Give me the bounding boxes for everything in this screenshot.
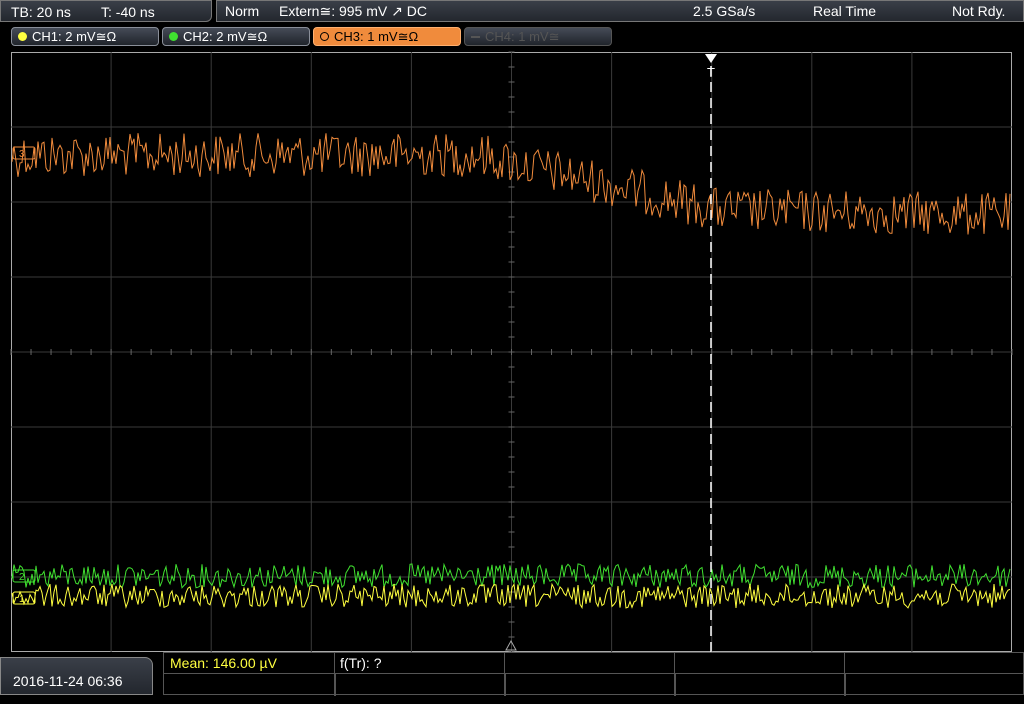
fall-time-measurement: f(Tr): ? — [340, 655, 382, 671]
trigger-marker-label: T — [707, 65, 715, 80]
measurement-panel[interactable]: Mean: 146.00 µV f(Tr): ? — [163, 652, 1024, 696]
ch3-level-marker: 3 — [12, 146, 36, 160]
datetime: 2016-11-24 06:36 — [13, 673, 123, 689]
datetime-panel: 2016-11-24 06:36 — [0, 657, 153, 695]
ch2-level-label: 2 — [19, 572, 25, 583]
trigger-position-arrow-icon — [705, 54, 717, 63]
mean-measurement: Mean: 146.00 µV — [170, 655, 277, 671]
ch3-level-label: 3 — [19, 149, 25, 160]
ch1-level-label: 1 — [19, 594, 25, 605]
waveform-canvas: T 3 2 1 — [10, 51, 1013, 653]
